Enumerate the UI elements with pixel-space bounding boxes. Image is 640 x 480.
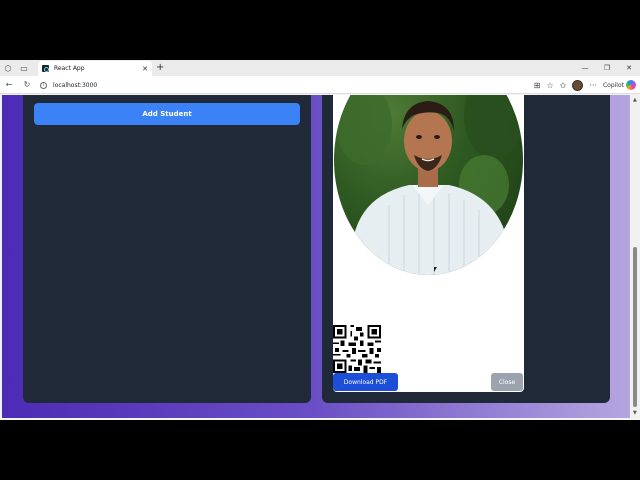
download-pdf-button[interactable]: Download PDF (333, 373, 398, 391)
more-menu-icon[interactable]: ··· (589, 81, 597, 90)
letterbox-bottom (0, 420, 640, 480)
url-text: localhost:3000 (53, 81, 98, 89)
refresh-icon[interactable]: ↻ (18, 76, 36, 94)
add-student-button[interactable]: Add Student (34, 103, 300, 125)
window-controls: — ❐ ✕ (574, 60, 640, 76)
new-tab-button[interactable]: + (156, 62, 164, 74)
site-info-icon[interactable]: i (40, 81, 47, 89)
workspaces-icon[interactable]: ⬡ (0, 60, 16, 76)
scroll-up-icon[interactable]: ▲ (633, 97, 637, 103)
favorites-icon[interactable]: ✩ (560, 81, 567, 90)
copilot-button[interactable]: Copilot (603, 80, 636, 90)
tab-actions-icon[interactable]: ▭ (16, 60, 32, 76)
student-photo-graphic (336, 95, 523, 275)
letterbox-top (0, 0, 640, 60)
student-photo (334, 95, 523, 275)
tab-title: React App (54, 65, 85, 72)
scroll-down-icon[interactable]: ▼ (633, 410, 637, 416)
tab-close-icon[interactable]: ✕ (142, 65, 148, 73)
toolbar-right: ⊞ ☆ ✩ ··· Copilot (534, 78, 636, 92)
qr-code (333, 325, 381, 373)
url-field[interactable]: i localhost:3000 (40, 79, 510, 91)
grid-icon[interactable]: ⊞ (534, 81, 541, 90)
page-scrollbar[interactable]: ▲ ▼ (631, 95, 640, 418)
back-icon[interactable]: ← (0, 76, 18, 94)
mouse-cursor-icon (434, 267, 437, 272)
id-card-panel: Download PDF Close (322, 95, 610, 403)
id-card: Download PDF Close (333, 95, 524, 392)
browser-window: ⬡ ▭ React App ✕ + — ❐ ✕ ← ↻ i localhost:… (0, 60, 640, 420)
profile-avatar[interactable] (572, 79, 584, 91)
tab-bar: ⬡ ▭ React App ✕ + — ❐ ✕ (0, 60, 640, 76)
favorite-star-icon[interactable]: ☆ (546, 81, 553, 90)
scrollbar-thumb[interactable] (633, 247, 637, 407)
close-window-button[interactable]: ✕ (618, 60, 640, 76)
react-favicon-icon (42, 65, 49, 72)
restore-button[interactable]: ❐ (596, 60, 618, 76)
student-form-panel: Add Student (23, 95, 311, 403)
close-button[interactable]: Close (491, 373, 523, 391)
tab-react-app[interactable]: React App ✕ (38, 61, 152, 76)
copilot-icon (626, 80, 636, 90)
page-viewport: Add Student Download PDF Close (2, 95, 630, 418)
address-bar: ← ↻ i localhost:3000 ⊞ ☆ ✩ ··· Copilot (0, 76, 640, 94)
copilot-label: Copilot (602, 81, 624, 89)
minimize-button[interactable]: — (574, 60, 596, 76)
